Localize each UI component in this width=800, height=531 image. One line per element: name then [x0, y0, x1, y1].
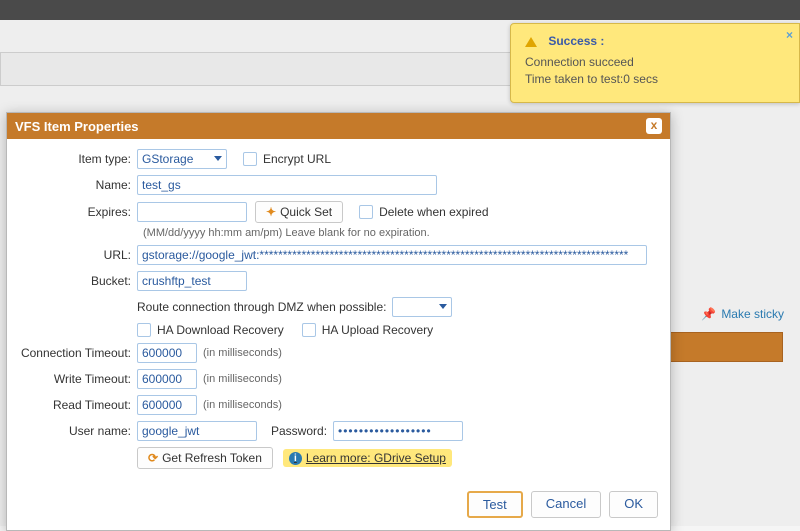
- cancel-button[interactable]: Cancel: [531, 491, 601, 518]
- info-icon: i: [289, 452, 302, 465]
- wand-icon: ✦: [266, 205, 276, 219]
- name-input[interactable]: [137, 175, 437, 195]
- write-timeout-label: Write Timeout:: [17, 372, 137, 386]
- refresh-icon: ⟳: [148, 451, 158, 465]
- ms-unit-2: (in milliseconds): [203, 373, 282, 385]
- dialog-footer: Test Cancel OK: [7, 483, 670, 530]
- toast-line1: Connection succeed: [525, 54, 785, 71]
- conn-timeout-label: Connection Timeout:: [17, 346, 137, 360]
- alert-icon: [525, 37, 537, 47]
- ha-download-label: HA Download Recovery: [157, 323, 284, 337]
- close-icon[interactable]: x: [646, 118, 662, 134]
- item-type-label: Item type:: [17, 152, 137, 166]
- username-input[interactable]: [137, 421, 257, 441]
- ha-upload-checkbox[interactable]: [302, 323, 316, 337]
- read-timeout-input[interactable]: [137, 395, 197, 415]
- ha-download-checkbox[interactable]: [137, 323, 151, 337]
- pin-icon: 📌: [701, 307, 716, 321]
- get-refresh-token-button[interactable]: ⟳ Get Refresh Token: [137, 447, 273, 469]
- encrypt-url-checkbox[interactable]: [243, 152, 257, 166]
- test-button[interactable]: Test: [467, 491, 523, 518]
- read-timeout-label: Read Timeout:: [17, 398, 137, 412]
- dialog-titlebar: VFS Item Properties x: [7, 113, 670, 139]
- learn-more-label: Learn more: GDrive Setup: [306, 451, 446, 465]
- expires-hint: (MM/dd/yyyy hh:mm am/pm) Leave blank for…: [143, 227, 656, 239]
- toast-success: × Success : Connection succeed Time take…: [510, 23, 800, 103]
- delete-when-expired-checkbox[interactable]: [359, 205, 373, 219]
- bucket-label: Bucket:: [17, 274, 137, 288]
- conn-timeout-input[interactable]: [137, 343, 197, 363]
- url-label: URL:: [17, 248, 137, 262]
- encrypt-url-label: Encrypt URL: [263, 152, 331, 166]
- make-sticky-label: Make sticky: [721, 307, 784, 321]
- quick-set-label: Quick Set: [280, 205, 332, 219]
- page-background: Quick Jump: × Success : Connection succe…: [0, 20, 800, 526]
- delete-when-expired-label: Delete when expired: [379, 205, 488, 219]
- ha-upload-label: HA Upload Recovery: [322, 323, 433, 337]
- expires-input[interactable]: [137, 202, 247, 222]
- expires-label: Expires:: [17, 205, 137, 219]
- item-type-select[interactable]: GStorage: [137, 149, 227, 169]
- bucket-input[interactable]: [137, 271, 247, 291]
- toast-line2: Time taken to test:0 secs: [525, 71, 785, 88]
- username-label: User name:: [17, 424, 137, 438]
- get-refresh-label: Get Refresh Token: [162, 451, 262, 465]
- dmz-label: Route connection through DMZ when possib…: [137, 300, 386, 314]
- password-label: Password:: [271, 424, 327, 438]
- vfs-properties-dialog: VFS Item Properties x Item type: GStorag…: [6, 112, 671, 531]
- ms-unit-3: (in milliseconds): [203, 399, 282, 411]
- dmz-select[interactable]: [392, 297, 452, 317]
- learn-more-link[interactable]: i Learn more: GDrive Setup: [283, 449, 452, 467]
- url-input[interactable]: [137, 245, 647, 265]
- name-label: Name:: [17, 178, 137, 192]
- make-sticky-link[interactable]: 📌 Make sticky: [701, 307, 784, 321]
- close-icon[interactable]: ×: [786, 28, 793, 42]
- ok-button[interactable]: OK: [609, 491, 658, 518]
- write-timeout-input[interactable]: [137, 369, 197, 389]
- password-input[interactable]: [333, 421, 463, 441]
- toast-title: Success :: [548, 34, 604, 48]
- dialog-title-text: VFS Item Properties: [15, 119, 139, 134]
- quick-set-button[interactable]: ✦ Quick Set: [255, 201, 343, 223]
- ms-unit-1: (in milliseconds): [203, 347, 282, 359]
- mac-menubar: [0, 0, 800, 20]
